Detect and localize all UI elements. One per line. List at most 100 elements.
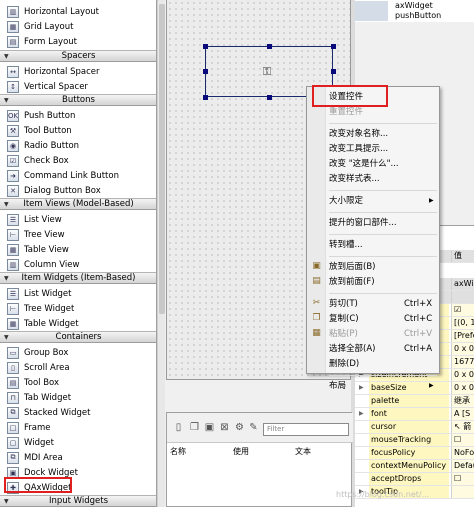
widget-item[interactable]: ▤ Form Layout <box>0 34 156 49</box>
expand-arrow-icon[interactable]: ▶ <box>359 408 364 420</box>
property-row[interactable]: cursor ↖ 箭 <box>355 421 474 434</box>
widget-item[interactable]: ⊢ Tree View <box>0 227 156 242</box>
widget-item[interactable]: ➜ Command Link Button <box>0 168 156 183</box>
widget-item[interactable]: ▥ Horizontal Layout <box>0 4 156 19</box>
widget-item[interactable]: ▦ Table Widget <box>0 316 156 331</box>
delete-action-icon[interactable]: ⊠ <box>219 422 230 433</box>
scrollbar-thumb[interactable] <box>159 4 165 314</box>
property-value[interactable] <box>451 486 474 498</box>
object-row[interactable]: pushButton <box>355 11 474 21</box>
collapse-arrow-icon[interactable]: ▼ <box>4 334 9 341</box>
widget-category-header[interactable]: ▼ Buttons <box>0 94 156 106</box>
list-widget-icon: ☰ <box>7 287 19 300</box>
widget-item[interactable]: ▭ Group Box <box>0 345 156 360</box>
column-header-used[interactable]: 使用 <box>233 446 249 457</box>
resize-handle-l[interactable] <box>203 69 208 74</box>
column-header-name[interactable]: 名称 <box>170 446 186 457</box>
menu-item[interactable]: 改变工具提示... <box>327 142 439 156</box>
widget-item[interactable]: ◉ Radio Button <box>0 138 156 153</box>
property-value[interactable] <box>451 291 474 303</box>
widget-item[interactable]: ☰ List View <box>0 212 156 227</box>
widget-item[interactable]: ▤ Tool Box <box>0 375 156 390</box>
menu-item[interactable]: 放到后面(B) <box>327 260 439 274</box>
widget-category-header[interactable]: ▼ Containers <box>0 331 156 343</box>
menu-item[interactable]: 布局 ▶ <box>327 379 439 393</box>
collapse-arrow-icon[interactable]: ▼ <box>4 201 9 208</box>
widget-item[interactable]: ⊓ Tab Widget <box>0 390 156 405</box>
menu-item[interactable]: 选择全部(A) Ctrl+A <box>327 342 439 356</box>
widget-item[interactable]: ↔ Horizontal Spacer <box>0 64 156 79</box>
resize-handle-tl[interactable] <box>203 44 208 49</box>
menu-item[interactable]: 放到前面(F) <box>327 275 439 289</box>
menu-item[interactable]: 改变 "这是什么"... <box>327 157 439 171</box>
widget-item[interactable]: ⊢ Tree Widget <box>0 301 156 316</box>
widget-item[interactable]: ▢ Widget <box>0 435 156 450</box>
widget-item[interactable]: □ Frame <box>0 420 156 435</box>
property-value[interactable]: ☐ <box>451 434 474 446</box>
widget-item[interactable]: ✕ Dialog Button Box <box>0 183 156 198</box>
property-value[interactable]: ☐ <box>451 473 474 485</box>
collapse-arrow-icon[interactable]: ▼ <box>4 53 9 60</box>
new-action-icon[interactable]: ▯ <box>173 422 184 433</box>
settings-icon[interactable]: ⚙ <box>234 422 245 433</box>
widget-category-header[interactable]: ▼ Spacers <box>0 50 156 62</box>
object-row[interactable]: axWidget <box>355 1 474 11</box>
widget-category-header[interactable]: ▼ Input Widgets <box>0 495 156 507</box>
property-value[interactable]: [(0, 1 <box>451 317 474 329</box>
widget-item[interactable]: ☑ Check Box <box>0 153 156 168</box>
property-value[interactable]: [Prefe <box>451 330 474 342</box>
widget-item[interactable]: ↕ Vertical Spacer <box>0 79 156 94</box>
property-row[interactable]: acceptDrops ☐ <box>355 473 474 486</box>
menu-item[interactable]: 剪切(T) Ctrl+X <box>327 297 439 311</box>
widget-category-header[interactable]: ▼ Item Widgets (Item-Based) <box>0 272 156 284</box>
paste-action-icon[interactable]: ▣ <box>204 422 215 433</box>
resize-handle-bl[interactable] <box>203 95 208 100</box>
resize-handle-r[interactable] <box>331 69 336 74</box>
property-row[interactable]: focusPolicy NoFo <box>355 447 474 460</box>
widget-category-header[interactable]: ▼ Item Views (Model-Based) <box>0 198 156 210</box>
menu-item[interactable]: 转到槽... <box>327 238 439 252</box>
widget-box-scrollbar[interactable] <box>157 0 165 507</box>
widget-item[interactable]: ⚒ Tool Button <box>0 123 156 138</box>
widget-item[interactable]: ⧉ Stacked Widget <box>0 405 156 420</box>
menu-item[interactable]: 大小限定 ▶ <box>327 194 439 208</box>
resize-handle-t[interactable] <box>267 44 272 49</box>
widget-item[interactable]: ☰ List Widget <box>0 286 156 301</box>
property-row[interactable]: palette 继承 <box>355 395 474 408</box>
widget-item[interactable]: ▦ Grid Layout <box>0 19 156 34</box>
property-value[interactable]: 16777 <box>451 356 474 368</box>
widget-item[interactable]: ▦ Table View <box>0 242 156 257</box>
property-value[interactable]: 继承 <box>451 395 474 407</box>
widget-item[interactable]: ▯ Scroll Area <box>0 360 156 375</box>
menu-item[interactable]: 删除(D) <box>327 357 439 371</box>
property-value[interactable]: NoFo <box>451 447 474 459</box>
property-value[interactable]: 0 x 0 <box>451 382 474 394</box>
menu-item[interactable]: 提升的窗口部件... <box>327 216 439 230</box>
property-value[interactable]: axWic <box>451 278 474 290</box>
property-row[interactable]: contextMenuPolicyDefau <box>355 460 474 473</box>
column-header-text[interactable]: 文本 <box>295 446 311 457</box>
widget-item[interactable]: ⧉ MDI Area <box>0 450 156 465</box>
resize-handle-tr[interactable] <box>331 44 336 49</box>
property-value[interactable]: ☑ <box>451 304 474 316</box>
property-value[interactable]: Defau <box>451 460 474 472</box>
property-row[interactable]: ▶ font A [S <box>355 408 474 421</box>
menu-item-label: 提升的窗口部件... <box>329 218 397 228</box>
property-row[interactable]: mouseTracking ☐ <box>355 434 474 447</box>
menu-item[interactable]: 改变样式表... <box>327 172 439 186</box>
widget-item[interactable]: OK Push Button <box>0 108 156 123</box>
menu-item[interactable]: 复制(C) Ctrl+C <box>327 312 439 326</box>
collapse-arrow-icon[interactable]: ▼ <box>4 498 9 505</box>
property-value[interactable]: 0 x 0 <box>451 343 474 355</box>
copy-action-icon[interactable]: ❐ <box>189 422 200 433</box>
collapse-arrow-icon[interactable]: ▼ <box>4 275 9 282</box>
filter-input[interactable]: Filter <box>263 423 349 436</box>
menu-item[interactable]: 改变对象名称... <box>327 127 439 141</box>
widget-item[interactable]: ▥ Column View <box>0 257 156 272</box>
collapse-arrow-icon[interactable]: ▼ <box>4 97 9 104</box>
property-value[interactable]: ↖ 箭 <box>451 421 474 433</box>
property-value[interactable]: 0 x 0 <box>451 369 474 381</box>
wrench-icon[interactable]: ✎ <box>248 422 259 433</box>
resize-handle-b[interactable] <box>267 95 272 100</box>
property-value[interactable]: A [S <box>451 408 474 420</box>
